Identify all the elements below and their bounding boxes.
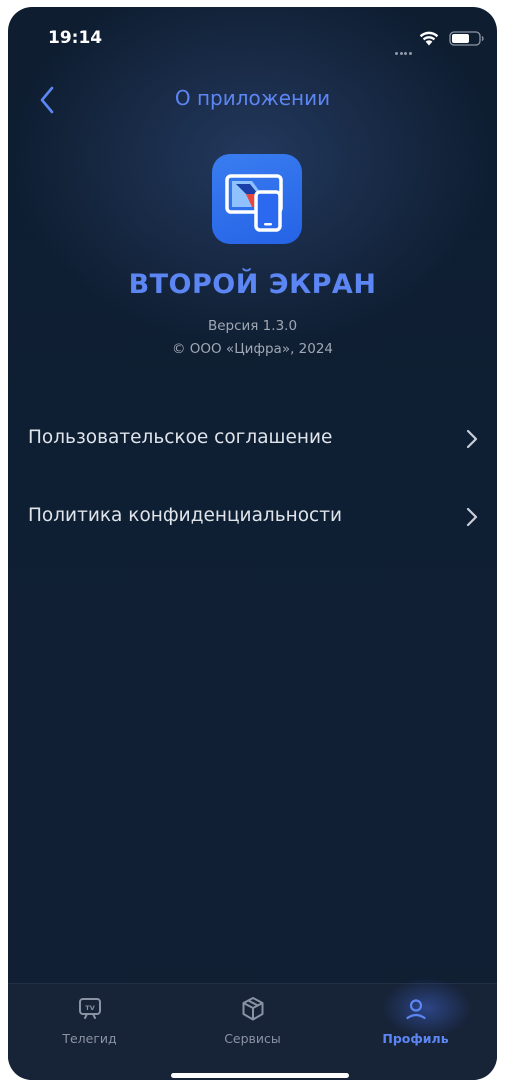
app-logo-icon	[212, 154, 302, 244]
tv-icon: TV	[78, 998, 101, 1019]
nav-header: О приложении	[8, 77, 497, 123]
page-title: О приложении	[174, 86, 331, 110]
cellular-signal-icon	[395, 40, 417, 55]
wifi-icon	[419, 31, 439, 46]
tab-label: Телегид	[62, 1031, 117, 1046]
tab-label: Сервисы	[224, 1031, 281, 1046]
menu-item-label: Политика конфиденциальности	[28, 505, 343, 526]
app-name: ВТОРОЙ ЭКРАН	[128, 269, 377, 300]
tab-profile[interactable]: Профиль	[334, 984, 497, 1064]
status-bar: 19:14	[8, 7, 497, 57]
tab-services[interactable]: Сервисы	[171, 984, 334, 1064]
box-icon	[242, 997, 263, 1021]
status-time: 19:14	[48, 28, 103, 48]
battery-icon	[449, 31, 484, 46]
tab-bar: TV Телегид Сервисы Профиль	[8, 978, 497, 1080]
menu-item-privacy-policy[interactable]: Политика конфиденциальности	[8, 490, 497, 542]
svg-text:TV: TV	[85, 1004, 94, 1012]
menu-item-user-agreement[interactable]: Пользовательское соглашение	[8, 412, 497, 464]
profile-icon	[405, 999, 426, 1020]
app-version: Версия 1.3.0	[207, 318, 298, 334]
tab-label: Профиль	[382, 1031, 449, 1046]
app-copyright: © ООО «Цифра», 2024	[171, 341, 334, 357]
chevron-right-icon	[466, 507, 478, 527]
tab-tv-guide[interactable]: TV Телегид	[8, 984, 171, 1064]
home-indicator[interactable]	[171, 1073, 349, 1078]
app-screen: 19:14 О приложении ВТОРОЙ ЭКРАН Версия 1…	[8, 7, 497, 1080]
chevron-right-icon	[466, 429, 478, 449]
menu-item-label: Пользовательское соглашение	[28, 427, 333, 448]
